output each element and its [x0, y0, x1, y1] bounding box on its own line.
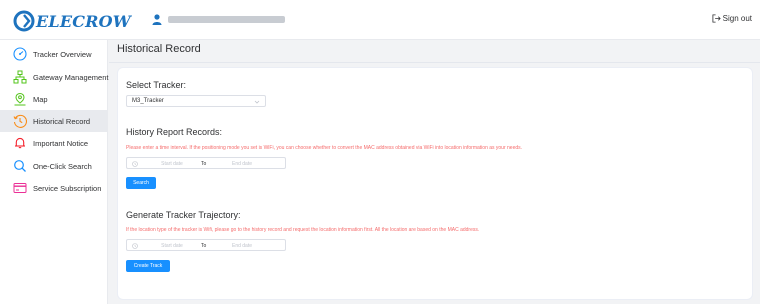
elecrow-logo[interactable]: ELECROW: [13, 10, 131, 32]
sidebar-item-label: One-Click Search: [33, 161, 92, 171]
history-date-separator: To: [201, 161, 207, 167]
clock-icon: [132, 161, 138, 167]
speedometer-icon: [12, 47, 27, 61]
history-report-title: History Report Records:: [126, 127, 223, 137]
sidebar-item-gateway-management[interactable]: Gateway Management: [0, 66, 108, 88]
trajectory-date-separator: To: [201, 243, 207, 249]
tracker-select[interactable]: M3_Tracker: [126, 95, 266, 107]
sidebar-item-label: Historical Record: [33, 116, 91, 126]
map-pin-icon: [14, 92, 25, 106]
trajectory-hint: If the location type of the tracker is W…: [126, 227, 480, 233]
brand-name: ELECROW: [36, 11, 131, 31]
user-info: ████ ███████████ ██: [152, 14, 286, 25]
chevron-down-icon: [254, 100, 260, 104]
sign-out-icon: [712, 14, 721, 23]
user-icon: [152, 14, 162, 25]
history-icon: [13, 114, 27, 128]
network-icon: [13, 70, 26, 84]
history-end-date[interactable]: End date: [222, 161, 262, 167]
sidebar-item-tracker-overview[interactable]: Tracker Overview: [0, 43, 108, 65]
sidebar-item-label: Service Subscription: [33, 183, 102, 193]
history-start-date[interactable]: Start date: [152, 161, 192, 167]
top-header: ELECROW ████ ███████████ ██ Sign out: [0, 0, 760, 40]
logo-mark-icon: [13, 10, 35, 32]
sign-out-button[interactable]: Sign out: [712, 14, 752, 23]
sidebar-item-label: Gateway Management: [33, 72, 109, 82]
trajectory-date-range[interactable]: Start date To End date: [126, 239, 286, 251]
sidebar-item-label: Important Notice: [33, 138, 89, 148]
trajectory-title: Generate Tracker Trajectory:: [126, 210, 241, 220]
select-tracker-title: Select Tracker:: [126, 80, 187, 90]
bell-icon: [14, 137, 25, 149]
sidebar: Tracker Overview Gateway Management Map: [0, 40, 108, 304]
tracker-select-value: M3_Tracker: [132, 98, 164, 104]
trajectory-end-date[interactable]: End date: [222, 243, 262, 249]
search-button[interactable]: Search: [126, 177, 156, 189]
history-report-hint: Please enter a time interval. If the pos…: [126, 145, 523, 151]
title-divider: [109, 62, 760, 63]
create-track-button[interactable]: Create Track: [126, 260, 170, 272]
sidebar-item-historical-record[interactable]: Historical Record: [0, 110, 108, 132]
sidebar-item-important-notice[interactable]: Important Notice: [0, 132, 108, 154]
trajectory-start-date[interactable]: Start date: [152, 243, 192, 249]
sidebar-item-map[interactable]: Map: [0, 88, 108, 110]
sign-out-label: Sign out: [722, 14, 752, 23]
search-icon: [13, 160, 26, 172]
card-icon: [13, 183, 26, 193]
user-name: ████ ███████████ ██: [168, 16, 286, 23]
sidebar-item-one-click-search[interactable]: One-Click Search: [0, 155, 108, 177]
history-date-range[interactable]: Start date To End date: [126, 157, 286, 169]
sidebar-item-label: Map: [33, 94, 48, 104]
sidebar-item-service-subscription[interactable]: Service Subscription: [0, 177, 108, 199]
page-title: Historical Record: [117, 43, 201, 55]
sidebar-item-label: Tracker Overview: [33, 49, 92, 59]
clock-icon: [132, 243, 138, 249]
